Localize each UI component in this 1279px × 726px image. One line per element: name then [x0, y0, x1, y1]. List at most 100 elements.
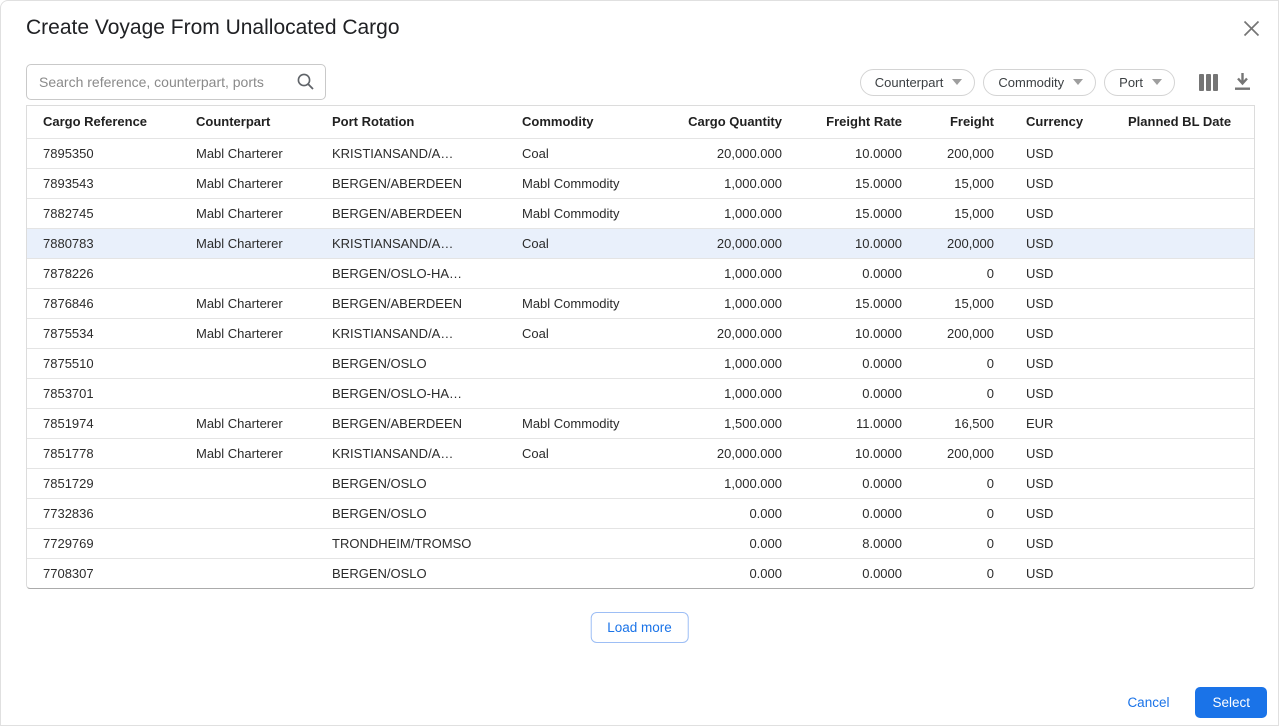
- cell-currency: USD: [1010, 318, 1112, 348]
- cell-counterpart: [180, 558, 316, 588]
- cargo-table: Cargo ReferenceCounterpartPort RotationC…: [26, 105, 1255, 589]
- cell-freight-rate: 0.0000: [798, 258, 918, 288]
- table-row[interactable]: 7882745Mabl ChartererBERGEN/ABERDEENMabl…: [27, 198, 1254, 228]
- cell-freight-rate: 0.0000: [798, 348, 918, 378]
- cell-freight: 15,000: [918, 168, 1010, 198]
- cell-cargo-reference: 7878226: [27, 258, 180, 288]
- cell-planned-bl-date: [1112, 558, 1254, 588]
- create-voyage-dialog: Create Voyage From Unallocated Cargo Cou…: [0, 0, 1279, 726]
- cell-freight: 0: [918, 348, 1010, 378]
- cell-counterpart: [180, 378, 316, 408]
- table-body: 7895350Mabl ChartererKRISTIANSAND/A…Coal…: [27, 138, 1254, 588]
- cell-freight: 15,000: [918, 198, 1010, 228]
- cell-cargo-quantity: 1,500.000: [662, 408, 798, 438]
- cell-cargo-reference: 7875534: [27, 318, 180, 348]
- column-header-cargo-quantity: Cargo Quantity: [662, 106, 798, 138]
- column-header-cargo-reference: Cargo Reference: [27, 106, 180, 138]
- cell-commodity: Mabl Commodity: [506, 168, 662, 198]
- table-row[interactable]: 7853701BERGEN/OSLO-HA…1,000.0000.00000US…: [27, 378, 1254, 408]
- cell-commodity: [506, 498, 662, 528]
- cell-currency: USD: [1010, 558, 1112, 588]
- cell-port-rotation: BERGEN/ABERDEEN: [316, 408, 506, 438]
- cell-commodity: [506, 258, 662, 288]
- cell-currency: USD: [1010, 288, 1112, 318]
- table-row[interactable]: 7880783Mabl ChartererKRISTIANSAND/A…Coal…: [27, 228, 1254, 258]
- cell-currency: USD: [1010, 378, 1112, 408]
- table-row[interactable]: 7708307BERGEN/OSLO0.0000.00000USD: [27, 558, 1254, 588]
- table-row[interactable]: 7851974Mabl ChartererBERGEN/ABERDEENMabl…: [27, 408, 1254, 438]
- cell-counterpart: Mabl Charterer: [180, 288, 316, 318]
- cell-commodity: Mabl Commodity: [506, 198, 662, 228]
- table-row[interactable]: 7893543Mabl ChartererBERGEN/ABERDEENMabl…: [27, 168, 1254, 198]
- table-row[interactable]: 7729769TRONDHEIM/TROMSO0.0008.00000USD: [27, 528, 1254, 558]
- cell-commodity: [506, 468, 662, 498]
- cell-counterpart: Mabl Charterer: [180, 438, 316, 468]
- cancel-button[interactable]: Cancel: [1115, 689, 1181, 716]
- cell-planned-bl-date: [1112, 378, 1254, 408]
- chevron-down-icon: [1152, 79, 1162, 85]
- close-button[interactable]: [1240, 17, 1262, 39]
- cell-cargo-quantity: 1,000.000: [662, 258, 798, 288]
- table-row[interactable]: 7895350Mabl ChartererKRISTIANSAND/A…Coal…: [27, 138, 1254, 168]
- table-row[interactable]: 7875534Mabl ChartererKRISTIANSAND/A…Coal…: [27, 318, 1254, 348]
- cell-freight: 0: [918, 468, 1010, 498]
- cell-counterpart: Mabl Charterer: [180, 138, 316, 168]
- columns-button[interactable]: [1195, 70, 1222, 95]
- close-icon: [1243, 20, 1260, 37]
- cell-port-rotation: KRISTIANSAND/A…: [316, 438, 506, 468]
- cell-currency: USD: [1010, 528, 1112, 558]
- cell-planned-bl-date: [1112, 348, 1254, 378]
- dialog-footer: Cancel Select: [1115, 687, 1267, 718]
- search-input[interactable]: [26, 64, 326, 100]
- cell-freight: 0: [918, 528, 1010, 558]
- cell-counterpart: Mabl Charterer: [180, 318, 316, 348]
- table-row[interactable]: 7732836BERGEN/OSLO0.0000.00000USD: [27, 498, 1254, 528]
- column-header-freight: Freight: [918, 106, 1010, 138]
- columns-icon: [1199, 74, 1218, 91]
- cell-freight-rate: 8.0000: [798, 528, 918, 558]
- table-row[interactable]: 7851778Mabl ChartererKRISTIANSAND/A…Coal…: [27, 438, 1254, 468]
- cell-cargo-quantity: 20,000.000: [662, 138, 798, 168]
- cell-planned-bl-date: [1112, 438, 1254, 468]
- column-header-commodity: Commodity: [506, 106, 662, 138]
- cell-commodity: [506, 558, 662, 588]
- cell-counterpart: Mabl Charterer: [180, 408, 316, 438]
- cell-port-rotation: BERGEN/ABERDEEN: [316, 168, 506, 198]
- cell-cargo-quantity: 20,000.000: [662, 438, 798, 468]
- cell-commodity: Mabl Commodity: [506, 288, 662, 318]
- cell-cargo-reference: 7895350: [27, 138, 180, 168]
- cell-freight-rate: 10.0000: [798, 438, 918, 468]
- table-row[interactable]: 7876846Mabl ChartererBERGEN/ABERDEENMabl…: [27, 288, 1254, 318]
- cell-freight: 16,500: [918, 408, 1010, 438]
- cell-planned-bl-date: [1112, 198, 1254, 228]
- cell-cargo-reference: 7876846: [27, 288, 180, 318]
- filter-commodity[interactable]: Commodity: [983, 69, 1096, 96]
- cell-planned-bl-date: [1112, 528, 1254, 558]
- select-button[interactable]: Select: [1195, 687, 1267, 718]
- cell-cargo-reference: 7880783: [27, 228, 180, 258]
- column-header-freight-rate: Freight Rate: [798, 106, 918, 138]
- table-row[interactable]: 7878226BERGEN/OSLO-HA…1,000.0000.00000US…: [27, 258, 1254, 288]
- toolbar: Counterpart Commodity Port: [26, 64, 1255, 100]
- load-more-button[interactable]: Load more: [590, 612, 689, 643]
- cell-freight-rate: 11.0000: [798, 408, 918, 438]
- cell-freight-rate: 15.0000: [798, 288, 918, 318]
- download-button[interactable]: [1230, 69, 1255, 96]
- cell-counterpart: [180, 468, 316, 498]
- column-header-planned-bl-date: Planned BL Date: [1112, 106, 1254, 138]
- cell-port-rotation: BERGEN/OSLO: [316, 348, 506, 378]
- cell-cargo-quantity: 1,000.000: [662, 348, 798, 378]
- table-row[interactable]: 7875510BERGEN/OSLO1,000.0000.00000USD: [27, 348, 1254, 378]
- cell-counterpart: [180, 528, 316, 558]
- cell-freight-rate: 0.0000: [798, 468, 918, 498]
- chevron-down-icon: [1073, 79, 1083, 85]
- cell-counterpart: [180, 348, 316, 378]
- cell-freight: 0: [918, 258, 1010, 288]
- cell-freight-rate: 10.0000: [798, 228, 918, 258]
- filter-port[interactable]: Port: [1104, 69, 1175, 96]
- filter-counterpart[interactable]: Counterpart: [860, 69, 976, 96]
- cell-commodity: Mabl Commodity: [506, 408, 662, 438]
- table-row[interactable]: 7851729BERGEN/OSLO1,000.0000.00000USD: [27, 468, 1254, 498]
- cell-freight: 15,000: [918, 288, 1010, 318]
- cell-port-rotation: KRISTIANSAND/A…: [316, 318, 506, 348]
